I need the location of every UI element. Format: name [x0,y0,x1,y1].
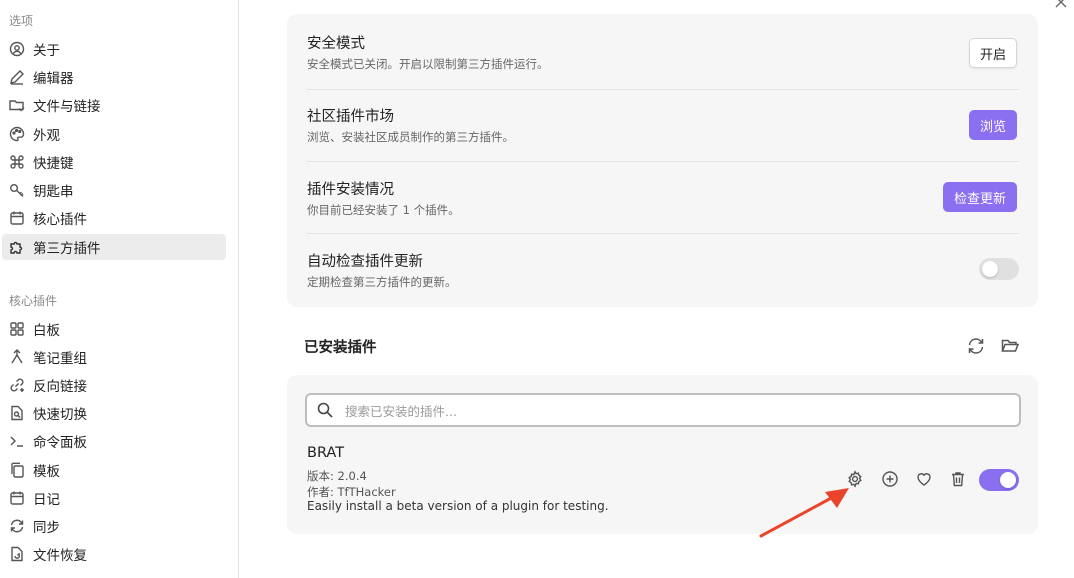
terminal-icon [8,432,26,450]
sidebar-item-backlinks[interactable]: 反向链接 [2,372,226,398]
sidebar-item-files-links[interactable]: 文件与链接 [2,92,226,118]
sidebar-item-note-composer[interactable]: 笔记重组 [2,344,226,370]
sidebar-item-command-palette[interactable]: 命令面板 [2,428,226,454]
community-market-title: 社区插件市场 [307,109,394,125]
community-market-row: 社区插件市场 浏览、安装社区成员制作的第三方插件。 [307,105,1019,155]
calendar-icon [8,489,26,507]
heart-icon[interactable] [914,469,934,489]
installed-plugins-card: BRAT 版本: 2.0.4 作者: TfTHacker Easily inst… [287,375,1038,534]
sidebar-item-sync[interactable]: 同步 [2,513,226,539]
info-circle-icon [8,40,26,58]
browse-button[interactable]: 浏览 [969,110,1018,140]
plugin-description: Easily install a beta version of a plugi… [307,499,609,513]
key-icon [8,181,26,199]
canvas-grid-icon [8,320,26,338]
community-market-desc: 浏览、安装社区成员制作的第三方插件。 [307,130,514,144]
sidebar-item-label: 文件与链接 [33,99,101,115]
sidebar-item-label: 钥匙串 [33,184,74,200]
safe-mode-title: 安全模式 [307,36,365,52]
sidebar-item-label: 快速切换 [33,407,87,423]
sidebar-item-core-plugins[interactable]: 核心插件 [2,205,226,231]
trash-icon[interactable] [948,469,968,489]
plugin-author: 作者: TfTHacker [307,485,396,499]
command-icon [8,153,26,171]
puzzle-icon [8,238,26,256]
sidebar-item-templates[interactable]: 模板 [2,457,226,483]
sidebar-item-label: 日记 [33,492,60,508]
auto-check-toggle[interactable] [979,258,1019,280]
plugin-search-input[interactable] [343,398,1007,424]
calendar-box-icon [8,209,26,227]
sidebar-item-keychain[interactable]: 钥匙串 [2,177,226,203]
sidebar-item-appearance[interactable]: 外观 [2,121,226,147]
plugin-version: 版本: 2.0.4 [307,469,367,483]
safe-mode-row: 安全模式 安全模式已关闭。开启以限制第三方插件运行。 [307,32,1019,82]
safe-mode-desc: 安全模式已关闭。开启以限制第三方插件运行。 [307,57,549,71]
divider [307,233,1019,234]
sidebar-item-about[interactable]: 关于 [2,36,226,62]
divider [307,161,1019,162]
sidebar-item-quick-switcher[interactable]: 快速切换 [2,400,226,426]
sidebar-item-canvas[interactable]: 白板 [2,316,226,342]
installed-status-row: 插件安装情况 你目前已经安装了 1 个插件。 [307,178,1019,228]
check-updates-button[interactable]: 检查更新 [943,182,1018,212]
sidebar-item-daily-notes[interactable]: 日记 [2,485,226,511]
safe-mode-toggle-button[interactable]: 开启 [969,38,1018,68]
plus-circle-icon[interactable] [880,469,900,489]
sidebar-item-hotkeys[interactable]: 快捷键 [2,149,226,175]
sidebar-item-label: 外观 [33,128,60,144]
settings-sidebar: 选项 关于 编辑器 文件与链接 外观 快捷键 钥匙串 核心插件 第三方插件 核心… [0,0,239,578]
file-search-icon [8,404,26,422]
sidebar-item-label: 第三方插件 [33,241,101,257]
toggle-knob [982,261,998,277]
sidebar-item-label: 文件恢复 [33,548,87,564]
folder-link-icon [8,96,26,114]
auto-check-desc: 定期检查第三方插件的更新。 [307,275,457,289]
auto-check-row: 自动检查插件更新 定期检查第三方插件的更新。 [307,250,1019,300]
sidebar-item-label: 模板 [33,464,60,480]
auto-check-title: 自动检查插件更新 [307,254,423,270]
merge-icon [8,348,26,366]
sidebar-item-label: 快捷键 [33,156,74,172]
sidebar-item-label: 核心插件 [33,212,87,228]
installed-status-desc: 你目前已经安装了 1 个插件。 [307,203,460,217]
plugin-enabled-toggle[interactable] [979,469,1019,491]
close-icon[interactable] [1054,0,1068,8]
options-section-title: 选项 [9,14,34,28]
sidebar-item-label: 编辑器 [33,71,74,87]
copy-files-icon [8,461,26,479]
plugin-settings-card: 安全模式 安全模式已关闭。开启以限制第三方插件运行。 开启 社区插件市场 浏览、… [287,14,1038,307]
sidebar-item-label: 笔记重组 [33,351,87,367]
installed-status-title: 插件安装情况 [307,182,394,198]
sidebar-item-label: 反向链接 [33,379,87,395]
annotation-arrow [755,484,855,544]
backlink-icon [8,376,26,394]
toggle-knob [1000,472,1016,488]
sidebar-item-editor[interactable]: 编辑器 [2,64,226,90]
sidebar-item-file-recovery[interactable]: 文件恢复 [2,541,226,567]
search-icon [316,401,334,419]
sidebar-item-label: 白板 [33,323,60,339]
core-plugins-section-title: 核心插件 [9,294,58,308]
sync-icon [8,517,26,535]
folder-open-icon[interactable] [1000,336,1020,356]
sidebar-item-label: 同步 [33,520,60,536]
sidebar-item-label: 关于 [33,43,60,59]
plugin-name: BRAT [307,445,345,461]
file-restore-icon [8,545,26,563]
sidebar-item-label: 命令面板 [33,435,87,451]
divider [307,89,1019,90]
palette-icon [8,125,26,143]
pencil-icon [8,68,26,86]
refresh-icon[interactable] [966,336,986,356]
plugin-search-box[interactable] [305,393,1021,427]
installed-plugins-heading: 已安装插件 [304,340,377,356]
sidebar-item-community-plugins[interactable]: 第三方插件 [2,234,226,260]
